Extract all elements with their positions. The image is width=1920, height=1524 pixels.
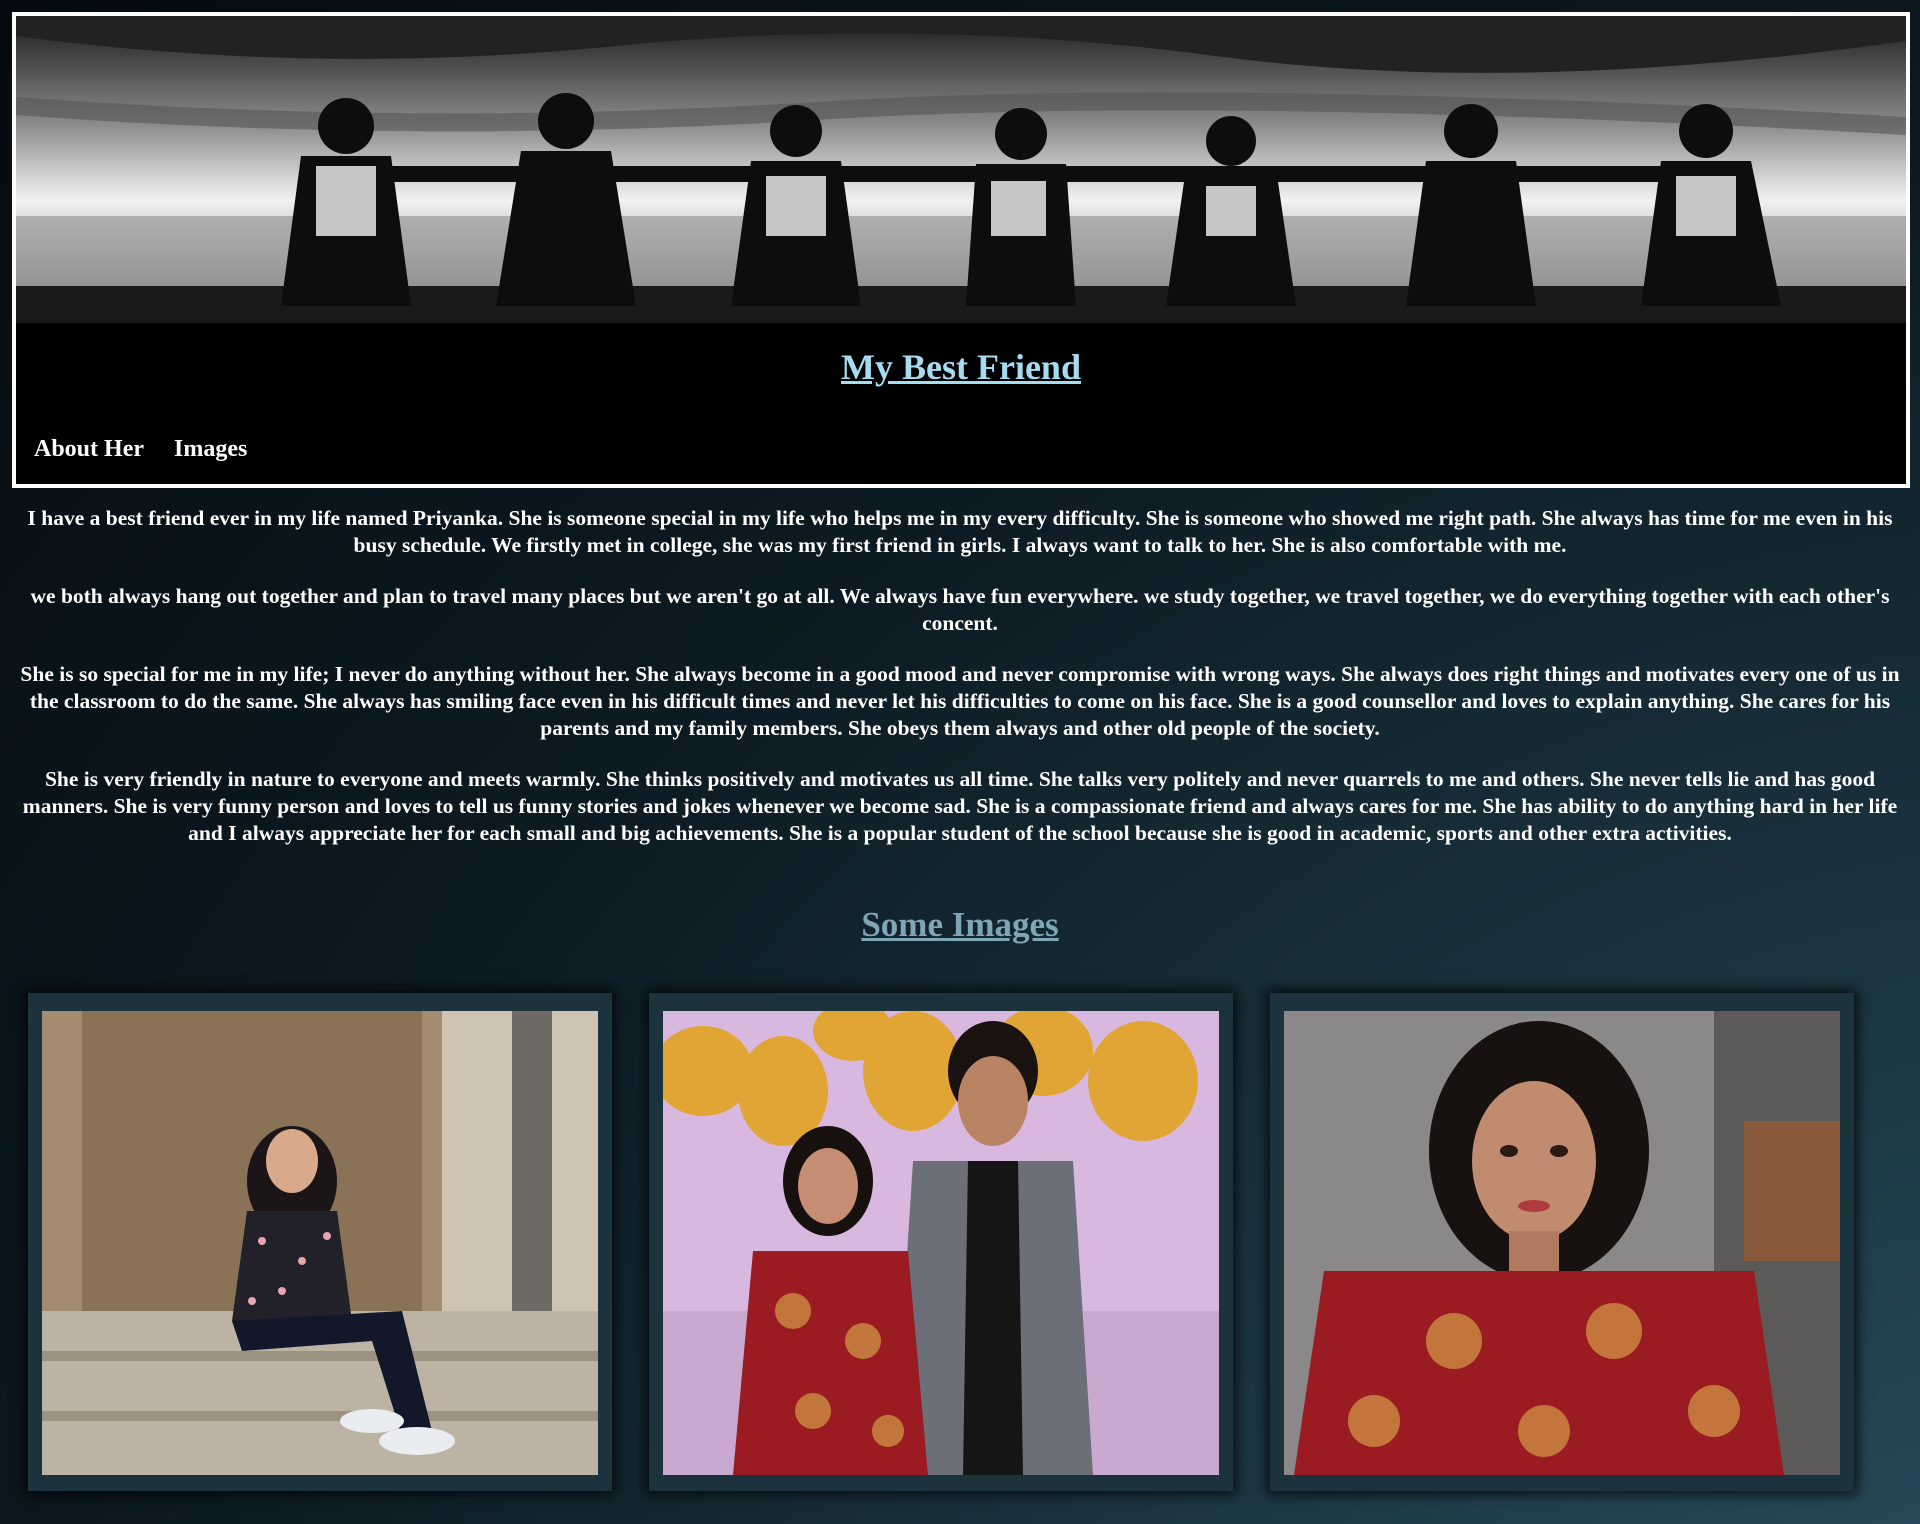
photo-frame-3 — [1270, 993, 1854, 1491]
nav-item-about-her[interactable]: About Her — [34, 436, 144, 463]
girl-portrait-photo — [1284, 1011, 1840, 1475]
about-paragraph-2: we both always hang out together and pla… — [30, 584, 1890, 635]
site-header: My Best Friend About Her Images — [12, 12, 1910, 488]
couple-at-party-photo — [663, 1011, 1219, 1475]
about-paragraph-3: She is so special for me in my life; I n… — [20, 662, 1900, 740]
about-paragraph-4: She is very friendly in nature to everyo… — [22, 767, 1898, 845]
photo-frame-2 — [649, 993, 1233, 1491]
about-section: I have a best friend ever in my life nam… — [10, 505, 1910, 871]
page-title[interactable]: My Best Friend — [16, 346, 1906, 388]
main-nav: About Her Images — [34, 436, 247, 463]
nav-item-images[interactable]: Images — [174, 436, 247, 463]
friends-silhouette-banner-image — [16, 16, 1906, 323]
photo-frame-1 — [28, 993, 612, 1491]
girl-sitting-on-steps-photo — [42, 1011, 598, 1475]
image-gallery — [0, 993, 1920, 1493]
about-paragraph-1: I have a best friend ever in my life nam… — [27, 506, 1893, 557]
images-section-title[interactable]: Some Images — [0, 905, 1920, 945]
